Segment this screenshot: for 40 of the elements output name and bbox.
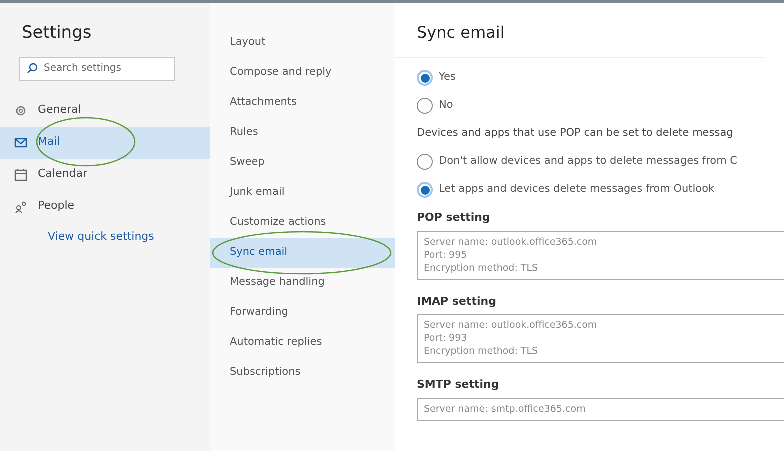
submenu-item[interactable]: Customize actions [210, 208, 395, 238]
settings-text-box: Server name: smtp.office365.com [417, 398, 784, 420]
people-icon [14, 200, 28, 214]
gear-icon [14, 104, 28, 118]
sidebar-item[interactable]: General [0, 94, 210, 126]
radio-button[interactable] [417, 98, 433, 114]
envelope-icon [14, 136, 28, 150]
submenu-item[interactable]: Automatic replies [210, 328, 395, 358]
radio-label[interactable]: Yes [439, 70, 456, 86]
sidebar-item[interactable]: Calendar [0, 158, 210, 190]
settings-text-box: Server name: outlook.office365.com Port: 995 Encryption method: TLS [417, 230, 784, 280]
submenu-item[interactable]: Sweep [210, 148, 395, 178]
submenu-item[interactable]: Compose and reply [210, 58, 395, 88]
page-title: Sync email [417, 22, 506, 44]
quick-settings-link[interactable]: View quick settings [48, 228, 200, 245]
radio-label[interactable]: No [439, 98, 454, 114]
submenu-item[interactable]: Forwarding [210, 298, 395, 328]
settings-text-box: Server name: outlook.office365.com Port: 993 Encryption method: TLS [417, 314, 784, 363]
radio-button[interactable] [417, 154, 433, 170]
description-text: Devices and apps that use POP can be set to delete messag [417, 126, 734, 142]
radio-button[interactable] [417, 182, 433, 198]
submenu-item[interactable]: Subscriptions [210, 358, 395, 388]
search-field[interactable]: Search settings [19, 56, 175, 80]
radio-label[interactable]: Don't allow devices and apps to delete messages from C [439, 154, 738, 170]
section-heading: IMAP setting [417, 294, 498, 310]
section-heading: POP setting [417, 210, 492, 226]
calendar-icon [14, 168, 28, 182]
submenu-item[interactable]: Rules [210, 118, 395, 148]
section-heading: SMTP setting [417, 377, 500, 393]
radio-label[interactable]: Let apps and devices delete messages from Outlook [439, 182, 715, 198]
sidebar-item[interactable]: Mail [0, 126, 210, 158]
submenu-item[interactable]: Junk email [210, 178, 395, 208]
submenu-item[interactable]: Layout [210, 28, 395, 58]
sidebar-item[interactable]: People [0, 190, 210, 222]
submenu-item[interactable]: Message handling [210, 268, 395, 298]
submenu-item[interactable]: Sync email [210, 238, 395, 268]
submenu-item[interactable]: Attachments [210, 88, 395, 118]
search-icon [27, 62, 38, 74]
settings-title: Settings [22, 22, 93, 45]
radio-button[interactable] [417, 70, 433, 86]
